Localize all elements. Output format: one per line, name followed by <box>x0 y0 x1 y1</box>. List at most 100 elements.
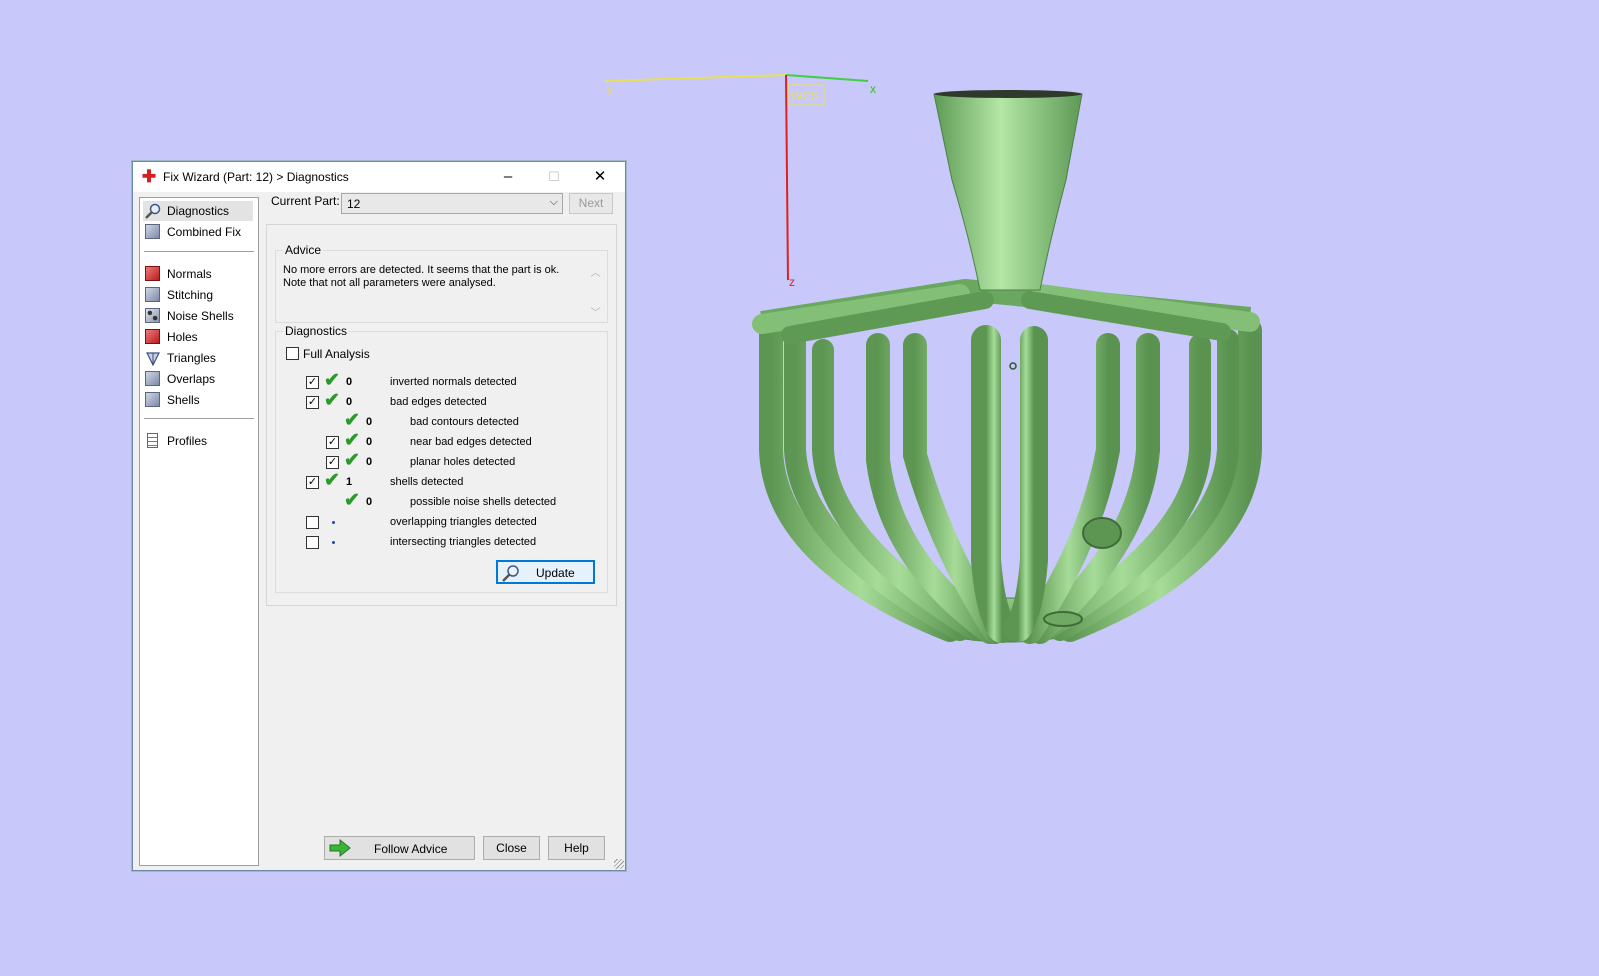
bad-edges-checkbox[interactable]: ✓ <box>306 396 319 409</box>
green-check-icon: ✔ <box>344 410 360 431</box>
planar-holes-text: planar holes detected <box>410 456 516 468</box>
nav-item-stitching[interactable]: Stitching <box>143 285 253 305</box>
nav-item-shells[interactable]: Shells <box>143 390 253 410</box>
noise-shells-icon <box>145 308 161 324</box>
intersecting-triangles-checkbox[interactable] <box>306 536 319 549</box>
advice-text: No more errors are detected. It seems th… <box>283 264 560 289</box>
near-bad-edges-text: near bad edges detected <box>410 436 532 448</box>
next-button: Next <box>569 193 613 214</box>
not-analysed-dot-icon <box>332 521 335 524</box>
title-bar[interactable]: ✚ Fix Wizard (Part: 12) > Diagnostics – … <box>133 162 625 192</box>
not-analysed-dot-icon <box>332 541 335 544</box>
nav-item-label: Noise Shells <box>167 309 234 323</box>
nav-item-diagnostics[interactable]: Diagnostics <box>143 201 253 221</box>
diagnostics-panel: Advice No more errors are detected. It s… <box>266 224 617 606</box>
nav-item-label: Normals <box>167 267 212 281</box>
3d-part-model[interactable] <box>752 90 1262 644</box>
close-window-button[interactable]: ✕ <box>577 162 623 192</box>
scroll-up-icon[interactable]: ︿ <box>590 264 601 279</box>
near-bad-edges-checkbox[interactable]: ✓ <box>326 436 339 449</box>
maximize-button: ☐ <box>548 169 560 184</box>
fix-wizard-icon: ✚ <box>141 167 157 186</box>
help-button[interactable]: Help <box>548 836 605 860</box>
noise-shells-count: 0 <box>366 496 373 508</box>
inverted-normals-count: 0 <box>346 376 353 388</box>
scroll-down-icon[interactable]: ﹀ <box>590 304 601 319</box>
wizard-nav-list: Diagnostics Combined Fix Normals Stitchi… <box>139 197 259 866</box>
nav-item-combined-fix[interactable]: Combined Fix <box>143 222 253 242</box>
nav-item-label: Triangles <box>167 351 216 365</box>
normals-icon <box>145 266 161 282</box>
intersecting-triangles-text: intersecting triangles detected <box>390 536 537 548</box>
diagnostics-title: Diagnostics <box>283 324 350 338</box>
combined-fix-icon <box>145 224 161 240</box>
nav-item-noise-shells[interactable]: Noise Shells <box>143 306 253 326</box>
nav-item-label: Shells <box>167 393 200 407</box>
planar-holes-checkbox[interactable]: ✓ <box>326 456 339 469</box>
nav-item-profiles[interactable]: Profiles <box>143 431 253 451</box>
green-check-icon: ✔ <box>344 490 360 511</box>
resize-grip[interactable] <box>614 859 624 869</box>
nav-item-triangles[interactable]: Triangles <box>143 348 253 368</box>
update-button[interactable]: Update <box>496 560 595 584</box>
nav-item-label: Profiles <box>167 434 208 448</box>
overlapping-triangles-checkbox[interactable] <box>306 516 319 529</box>
holes-icon <box>145 329 161 345</box>
current-part-label: Current Part: <box>271 194 340 208</box>
nav-item-label: Holes <box>167 330 198 344</box>
follow-advice-label: Follow Advice <box>374 842 448 856</box>
shells-count: 1 <box>346 476 353 488</box>
inverted-normals-text: inverted normals detected <box>390 376 517 388</box>
full-analysis-label: Full Analysis <box>303 347 370 361</box>
green-check-icon: ✔ <box>344 450 360 471</box>
overlaps-icon <box>145 371 161 387</box>
advice-scrollbar[interactable]: ︿ ﹀ <box>588 264 603 319</box>
close-button[interactable]: Close <box>483 836 540 860</box>
triangles-icon <box>145 350 161 367</box>
wcs-label: WCS <box>791 89 819 103</box>
profiles-icon <box>145 433 161 449</box>
shells-checkbox[interactable]: ✓ <box>306 476 319 489</box>
current-part-select[interactable]: 12 ⌵ <box>341 193 563 214</box>
advice-title: Advice <box>283 243 324 257</box>
stitching-icon <box>145 287 161 303</box>
advice-box: No more errors are detected. It seems th… <box>280 264 603 319</box>
bad-edges-text: bad edges detected <box>390 396 487 408</box>
minimize-button[interactable]: – <box>485 162 531 192</box>
bad-contours-text: bad contours detected <box>410 416 519 428</box>
near-bad-edges-count: 0 <box>366 436 373 448</box>
planar-holes-count: 0 <box>366 456 373 468</box>
bad-contours-count: 0 <box>366 416 373 428</box>
nav-item-overlaps[interactable]: Overlaps <box>143 369 253 389</box>
green-arrow-icon <box>329 838 351 860</box>
shells-text: shells detected <box>390 476 464 488</box>
inverted-normals-checkbox[interactable]: ✓ <box>306 376 319 389</box>
follow-advice-button[interactable]: Follow Advice <box>324 836 475 860</box>
window-title: Fix Wizard (Part: 12) > Diagnostics <box>163 170 349 184</box>
axis-z-label: z <box>789 275 795 289</box>
magnifier-icon <box>145 203 161 219</box>
green-check-icon: ✔ <box>324 390 340 411</box>
nav-item-label: Combined Fix <box>167 225 242 239</box>
nav-divider <box>144 251 254 252</box>
update-label: Update <box>536 566 575 580</box>
nav-item-holes[interactable]: Holes <box>143 327 253 347</box>
wcs-axes: y x z WCS <box>604 74 876 289</box>
green-check-icon: ✔ <box>324 370 340 391</box>
green-check-icon: ✔ <box>344 430 360 451</box>
nav-item-label: Stitching <box>167 288 214 302</box>
nav-item-label: Diagnostics <box>167 204 230 218</box>
magnifier-icon <box>502 564 520 585</box>
nav-item-label: Overlaps <box>167 372 216 386</box>
current-part-value: 12 <box>347 197 361 211</box>
green-check-icon: ✔ <box>324 470 340 491</box>
full-analysis-checkbox[interactable] <box>286 347 299 360</box>
advice-group: Advice No more errors are detected. It s… <box>275 243 608 323</box>
shells-icon <box>145 392 161 408</box>
bad-edges-count: 0 <box>346 396 353 408</box>
axis-y-label: y <box>607 82 613 96</box>
nav-item-normals[interactable]: Normals <box>143 264 253 284</box>
axis-x-label: x <box>870 82 876 96</box>
overlapping-triangles-text: overlapping triangles detected <box>390 516 537 528</box>
fix-wizard-dialog: ✚ Fix Wizard (Part: 12) > Diagnostics – … <box>132 161 626 871</box>
